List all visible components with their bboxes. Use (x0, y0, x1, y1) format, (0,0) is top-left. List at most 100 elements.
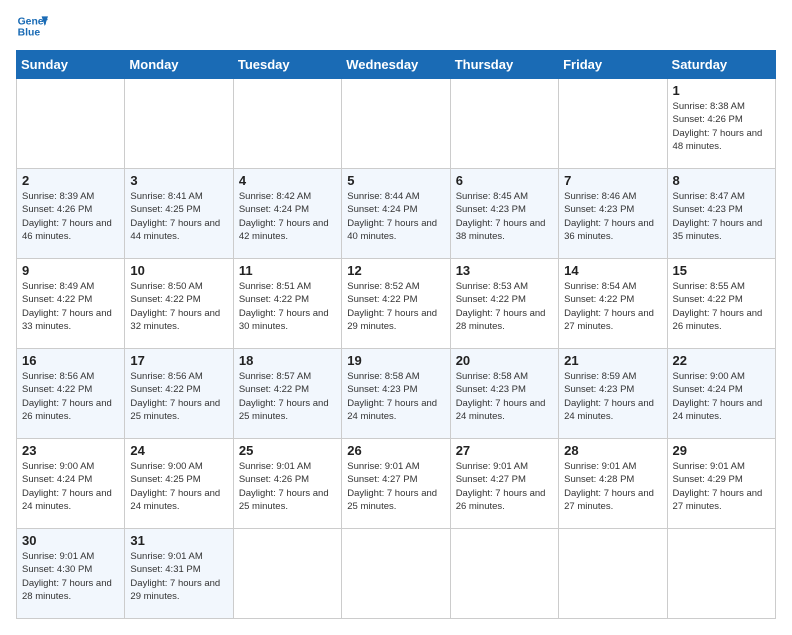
day-detail: Sunrise: 9:01 AM Sunset: 4:30 PM Dayligh… (22, 550, 119, 603)
calendar-cell: 23 Sunrise: 9:00 AM Sunset: 4:24 PM Dayl… (17, 439, 125, 529)
calendar-header-sunday: Sunday (17, 51, 125, 79)
day-number: 20 (456, 353, 553, 368)
svg-text:Blue: Blue (18, 28, 41, 39)
calendar-cell: 21 Sunrise: 8:59 AM Sunset: 4:23 PM Dayl… (559, 349, 667, 439)
calendar-body: 1 Sunrise: 8:38 AM Sunset: 4:26 PM Dayli… (17, 79, 776, 619)
calendar-cell: 9 Sunrise: 8:49 AM Sunset: 4:22 PM Dayli… (17, 259, 125, 349)
calendar-cell: 16 Sunrise: 8:56 AM Sunset: 4:22 PM Dayl… (17, 349, 125, 439)
logo-icon: General Blue (16, 10, 48, 42)
day-detail: Sunrise: 8:42 AM Sunset: 4:24 PM Dayligh… (239, 190, 336, 243)
calendar-cell: 14 Sunrise: 8:54 AM Sunset: 4:22 PM Dayl… (559, 259, 667, 349)
calendar-week-5: 23 Sunrise: 9:00 AM Sunset: 4:24 PM Dayl… (17, 439, 776, 529)
calendar-cell: 28 Sunrise: 9:01 AM Sunset: 4:28 PM Dayl… (559, 439, 667, 529)
day-number: 22 (673, 353, 770, 368)
calendar-cell: 3 Sunrise: 8:41 AM Sunset: 4:25 PM Dayli… (125, 169, 233, 259)
calendar-cell: 24 Sunrise: 9:00 AM Sunset: 4:25 PM Dayl… (125, 439, 233, 529)
day-detail: Sunrise: 8:39 AM Sunset: 4:26 PM Dayligh… (22, 190, 119, 243)
day-detail: Sunrise: 8:58 AM Sunset: 4:23 PM Dayligh… (456, 370, 553, 423)
day-detail: Sunrise: 8:51 AM Sunset: 4:22 PM Dayligh… (239, 280, 336, 333)
day-number: 1 (673, 83, 770, 98)
day-number: 29 (673, 443, 770, 458)
calendar-cell: 29 Sunrise: 9:01 AM Sunset: 4:29 PM Dayl… (667, 439, 775, 529)
calendar: SundayMondayTuesdayWednesdayThursdayFrid… (16, 50, 776, 619)
day-detail: Sunrise: 8:45 AM Sunset: 4:23 PM Dayligh… (456, 190, 553, 243)
day-number: 26 (347, 443, 444, 458)
day-detail: Sunrise: 9:01 AM Sunset: 4:28 PM Dayligh… (564, 460, 661, 513)
calendar-cell (559, 79, 667, 169)
day-detail: Sunrise: 8:58 AM Sunset: 4:23 PM Dayligh… (347, 370, 444, 423)
day-detail: Sunrise: 9:00 AM Sunset: 4:24 PM Dayligh… (22, 460, 119, 513)
day-number: 18 (239, 353, 336, 368)
day-detail: Sunrise: 8:56 AM Sunset: 4:22 PM Dayligh… (22, 370, 119, 423)
calendar-header-monday: Monday (125, 51, 233, 79)
day-number: 13 (456, 263, 553, 278)
calendar-cell: 2 Sunrise: 8:39 AM Sunset: 4:26 PM Dayli… (17, 169, 125, 259)
day-detail: Sunrise: 8:56 AM Sunset: 4:22 PM Dayligh… (130, 370, 227, 423)
day-detail: Sunrise: 8:53 AM Sunset: 4:22 PM Dayligh… (456, 280, 553, 333)
calendar-cell: 30 Sunrise: 9:01 AM Sunset: 4:30 PM Dayl… (17, 529, 125, 619)
calendar-cell: 4 Sunrise: 8:42 AM Sunset: 4:24 PM Dayli… (233, 169, 341, 259)
day-number: 12 (347, 263, 444, 278)
calendar-week-2: 2 Sunrise: 8:39 AM Sunset: 4:26 PM Dayli… (17, 169, 776, 259)
day-detail: Sunrise: 8:55 AM Sunset: 4:22 PM Dayligh… (673, 280, 770, 333)
page: General Blue SundayMondayTuesdayWednesda… (0, 0, 792, 635)
calendar-cell: 7 Sunrise: 8:46 AM Sunset: 4:23 PM Dayli… (559, 169, 667, 259)
calendar-cell: 15 Sunrise: 8:55 AM Sunset: 4:22 PM Dayl… (667, 259, 775, 349)
day-number: 27 (456, 443, 553, 458)
calendar-cell: 12 Sunrise: 8:52 AM Sunset: 4:22 PM Dayl… (342, 259, 450, 349)
day-number: 17 (130, 353, 227, 368)
day-number: 11 (239, 263, 336, 278)
header: General Blue (16, 10, 776, 42)
calendar-cell (233, 529, 341, 619)
calendar-cell (342, 529, 450, 619)
day-detail: Sunrise: 8:59 AM Sunset: 4:23 PM Dayligh… (564, 370, 661, 423)
calendar-cell: 20 Sunrise: 8:58 AM Sunset: 4:23 PM Dayl… (450, 349, 558, 439)
day-detail: Sunrise: 9:01 AM Sunset: 4:31 PM Dayligh… (130, 550, 227, 603)
calendar-cell: 31 Sunrise: 9:01 AM Sunset: 4:31 PM Dayl… (125, 529, 233, 619)
day-number: 7 (564, 173, 661, 188)
day-detail: Sunrise: 9:01 AM Sunset: 4:27 PM Dayligh… (347, 460, 444, 513)
day-number: 9 (22, 263, 119, 278)
day-detail: Sunrise: 8:54 AM Sunset: 4:22 PM Dayligh… (564, 280, 661, 333)
calendar-header-row: SundayMondayTuesdayWednesdayThursdayFrid… (17, 51, 776, 79)
day-number: 14 (564, 263, 661, 278)
day-number: 15 (673, 263, 770, 278)
day-number: 2 (22, 173, 119, 188)
calendar-header-tuesday: Tuesday (233, 51, 341, 79)
day-number: 5 (347, 173, 444, 188)
calendar-week-1: 1 Sunrise: 8:38 AM Sunset: 4:26 PM Dayli… (17, 79, 776, 169)
calendar-week-4: 16 Sunrise: 8:56 AM Sunset: 4:22 PM Dayl… (17, 349, 776, 439)
day-detail: Sunrise: 9:01 AM Sunset: 4:26 PM Dayligh… (239, 460, 336, 513)
day-detail: Sunrise: 8:41 AM Sunset: 4:25 PM Dayligh… (130, 190, 227, 243)
calendar-week-6: 30 Sunrise: 9:01 AM Sunset: 4:30 PM Dayl… (17, 529, 776, 619)
calendar-cell: 1 Sunrise: 8:38 AM Sunset: 4:26 PM Dayli… (667, 79, 775, 169)
calendar-cell: 8 Sunrise: 8:47 AM Sunset: 4:23 PM Dayli… (667, 169, 775, 259)
calendar-cell (450, 79, 558, 169)
calendar-cell: 5 Sunrise: 8:44 AM Sunset: 4:24 PM Dayli… (342, 169, 450, 259)
calendar-cell: 26 Sunrise: 9:01 AM Sunset: 4:27 PM Dayl… (342, 439, 450, 529)
day-number: 4 (239, 173, 336, 188)
calendar-cell: 25 Sunrise: 9:01 AM Sunset: 4:26 PM Dayl… (233, 439, 341, 529)
day-number: 6 (456, 173, 553, 188)
calendar-week-3: 9 Sunrise: 8:49 AM Sunset: 4:22 PM Dayli… (17, 259, 776, 349)
calendar-header-wednesday: Wednesday (342, 51, 450, 79)
calendar-cell: 13 Sunrise: 8:53 AM Sunset: 4:22 PM Dayl… (450, 259, 558, 349)
calendar-cell: 18 Sunrise: 8:57 AM Sunset: 4:22 PM Dayl… (233, 349, 341, 439)
calendar-cell: 22 Sunrise: 9:00 AM Sunset: 4:24 PM Dayl… (667, 349, 775, 439)
calendar-cell (233, 79, 341, 169)
calendar-header-thursday: Thursday (450, 51, 558, 79)
day-number: 19 (347, 353, 444, 368)
calendar-cell (17, 79, 125, 169)
day-detail: Sunrise: 8:50 AM Sunset: 4:22 PM Dayligh… (130, 280, 227, 333)
day-detail: Sunrise: 9:00 AM Sunset: 4:25 PM Dayligh… (130, 460, 227, 513)
calendar-header-friday: Friday (559, 51, 667, 79)
day-detail: Sunrise: 8:52 AM Sunset: 4:22 PM Dayligh… (347, 280, 444, 333)
day-number: 3 (130, 173, 227, 188)
day-detail: Sunrise: 8:38 AM Sunset: 4:26 PM Dayligh… (673, 100, 770, 153)
calendar-cell (559, 529, 667, 619)
calendar-cell: 6 Sunrise: 8:45 AM Sunset: 4:23 PM Dayli… (450, 169, 558, 259)
calendar-header-saturday: Saturday (667, 51, 775, 79)
day-detail: Sunrise: 8:44 AM Sunset: 4:24 PM Dayligh… (347, 190, 444, 243)
logo: General Blue (16, 10, 48, 42)
day-number: 25 (239, 443, 336, 458)
